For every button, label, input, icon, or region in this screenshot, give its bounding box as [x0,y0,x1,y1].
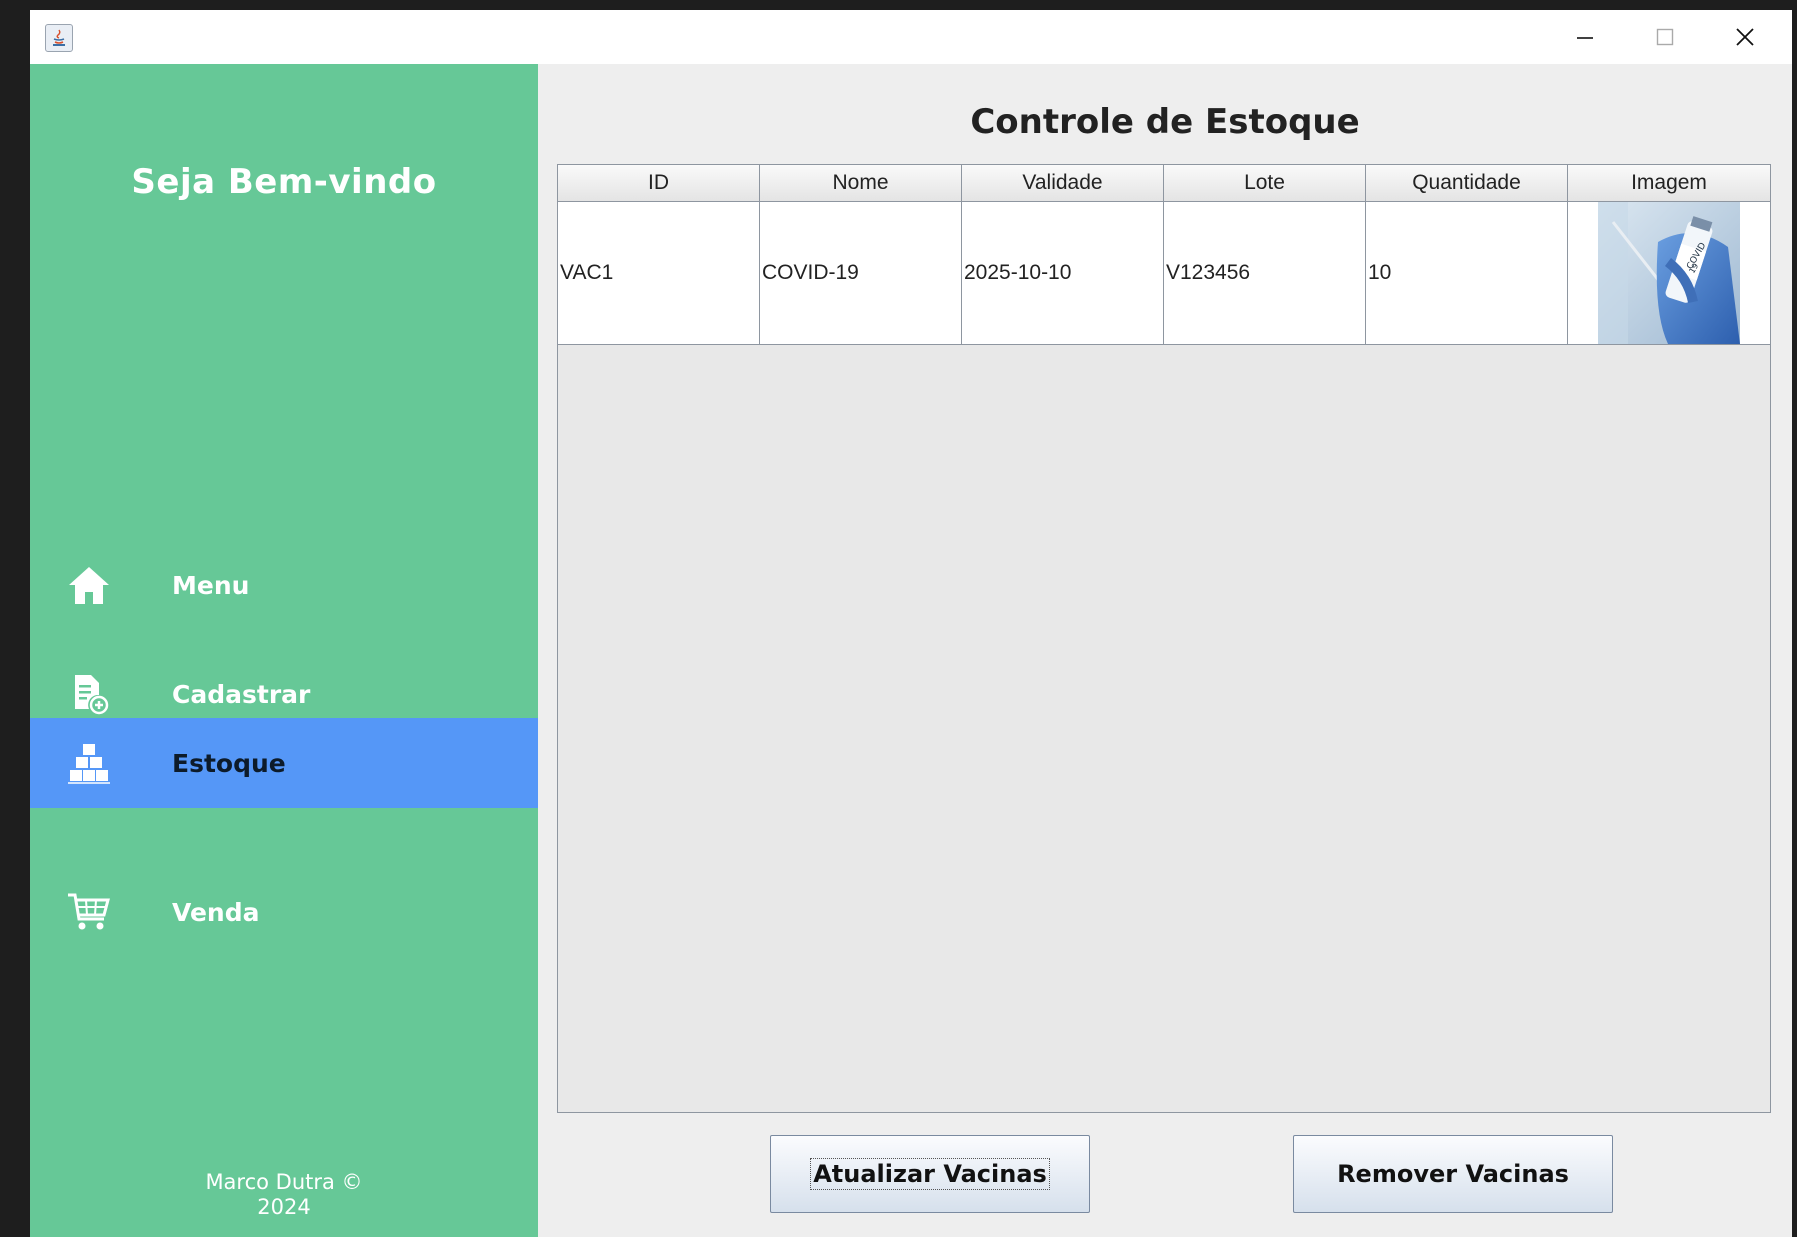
cell-id[interactable]: VAC1 [558,202,760,344]
column-header-imagem[interactable]: Imagem [1568,165,1770,201]
vaccine-vial-image: COVID 19 [1598,202,1740,344]
sidebar-item-label: Cadastrar [172,679,311,709]
cell-imagem[interactable]: COVID 19 [1568,202,1770,344]
update-vaccines-button[interactable]: Atualizar Vacinas [770,1135,1090,1213]
cell-validade[interactable]: 2025-10-10 [962,202,1164,344]
stock-boxes-icon [64,738,114,788]
sidebar-item-label: Menu [172,570,250,600]
main-panel: Controle de Estoque ID Nome Validade Lot… [538,64,1792,1237]
page-title: Controle de Estoque [970,102,1360,142]
cell-quantidade[interactable]: 10 [1366,202,1568,344]
close-icon [1736,28,1754,46]
remove-vaccines-button[interactable]: Remover Vacinas [1293,1135,1613,1213]
maximize-icon [1656,28,1674,46]
home-icon [64,560,114,610]
welcome-title: Seja Bem-vindo [131,162,437,202]
minimize-icon [1577,37,1593,39]
sidebar: Seja Bem-vindo Menu Cadastrar Estoque Ve… [30,64,538,1237]
sidebar-item-label: Venda [172,897,260,927]
table-header: ID Nome Validade Lote Quantidade Imagem [558,165,1770,202]
app-window: Seja Bem-vindo Menu Cadastrar Estoque Ve… [30,10,1792,1237]
update-vaccines-label: Atualizar Vacinas [810,1158,1050,1190]
column-header-id[interactable]: ID [558,165,760,201]
remove-vaccines-label: Remover Vacinas [1337,1160,1569,1188]
column-header-quantidade[interactable]: Quantidade [1366,165,1568,201]
footer-credit: Marco Dutra © 2024 [30,1170,538,1220]
maximize-button[interactable] [1625,10,1705,64]
stock-table[interactable]: ID Nome Validade Lote Quantidade Imagem … [557,164,1771,1113]
minimize-button[interactable] [1545,10,1625,64]
sidebar-item-estoque[interactable]: Estoque [30,718,538,808]
footer-year: 2024 [257,1195,311,1219]
footer-author: Marco Dutra © [205,1170,363,1194]
java-app-icon [45,24,73,52]
sidebar-item-menu[interactable]: Menu [30,540,538,630]
column-header-lote[interactable]: Lote [1164,165,1366,201]
column-header-nome[interactable]: Nome [760,165,962,201]
cell-nome[interactable]: COVID-19 [760,202,962,344]
document-add-icon [64,669,114,719]
sidebar-item-venda[interactable]: Venda [30,867,538,957]
title-bar [30,10,1792,64]
close-button[interactable] [1705,10,1785,64]
cell-lote[interactable]: V123456 [1164,202,1366,344]
sidebar-item-label: Estoque [172,748,286,778]
table-row[interactable]: VAC1 COVID-19 2025-10-10 V123456 10 COVI… [558,202,1770,345]
cart-icon [64,887,114,937]
column-header-validade[interactable]: Validade [962,165,1164,201]
